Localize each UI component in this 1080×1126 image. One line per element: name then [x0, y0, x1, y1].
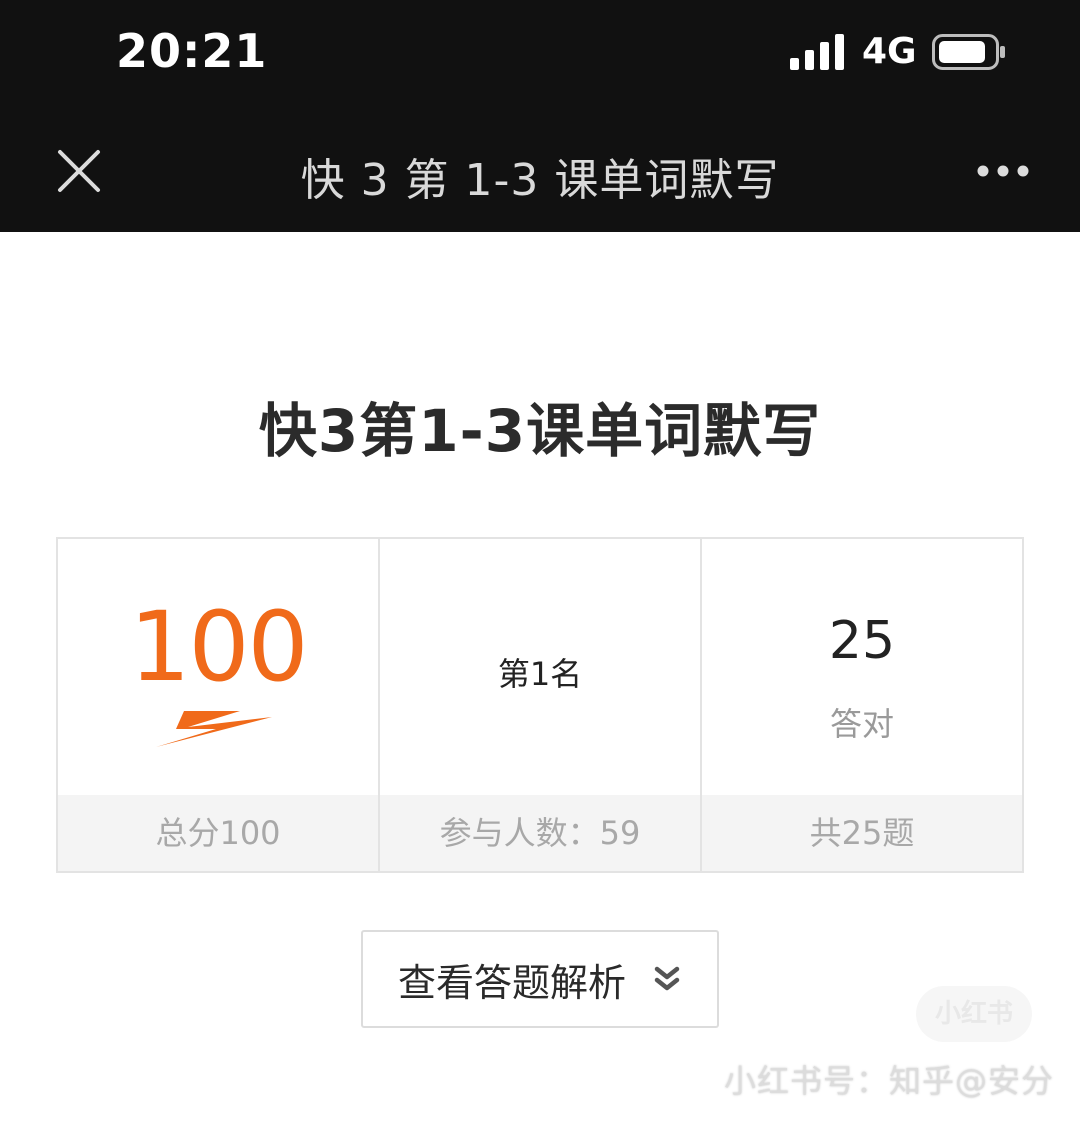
more-icon[interactable] — [976, 162, 1030, 180]
battery-icon — [932, 34, 1005, 70]
result-stats: 100 总分100 第1名 参与人数：59 25 答对 共25题 — [56, 537, 1024, 873]
network-type: 4G — [862, 31, 917, 72]
score-panel: 100 — [58, 539, 378, 797]
total-questions: 共25题 — [702, 795, 1022, 871]
status-bar: 20:21 4G — [0, 0, 1080, 110]
correct-panel: 25 答对 — [702, 539, 1022, 797]
rank-column: 第1名 参与人数：59 — [380, 539, 702, 871]
correct-label: 答对 — [829, 705, 894, 743]
total-score: 总分100 — [58, 795, 378, 871]
chevron-double-down-icon — [654, 966, 680, 991]
score-value: 100 — [129, 591, 308, 703]
score-underline-icon — [156, 711, 272, 747]
view-analysis-button[interactable]: 查看答题解析 — [361, 930, 719, 1028]
correct-count: 25 — [828, 611, 896, 671]
nav-bar: 快 3 第 1-3 课单词默写 — [0, 110, 1080, 232]
view-analysis-label: 查看答题解析 — [397, 960, 626, 1005]
watermark-text: 小红书号：知乎@安分 — [723, 1062, 1054, 1100]
participants-count: 参与人数：59 — [380, 795, 700, 871]
rank-panel: 第1名 — [380, 539, 700, 797]
score-column: 100 总分100 — [58, 539, 380, 871]
close-icon[interactable] — [56, 148, 102, 194]
watermark-badge: 小红书 — [916, 986, 1032, 1042]
status-time: 20:21 — [116, 24, 268, 78]
nav-title: 快 3 第 1-3 课单词默写 — [300, 155, 780, 206]
rank-value: 第1名 — [497, 655, 583, 693]
page-title: 快3第1-3课单词默写 — [258, 397, 822, 465]
signal-bars-icon — [790, 34, 844, 70]
correct-column: 25 答对 共25题 — [702, 539, 1022, 871]
